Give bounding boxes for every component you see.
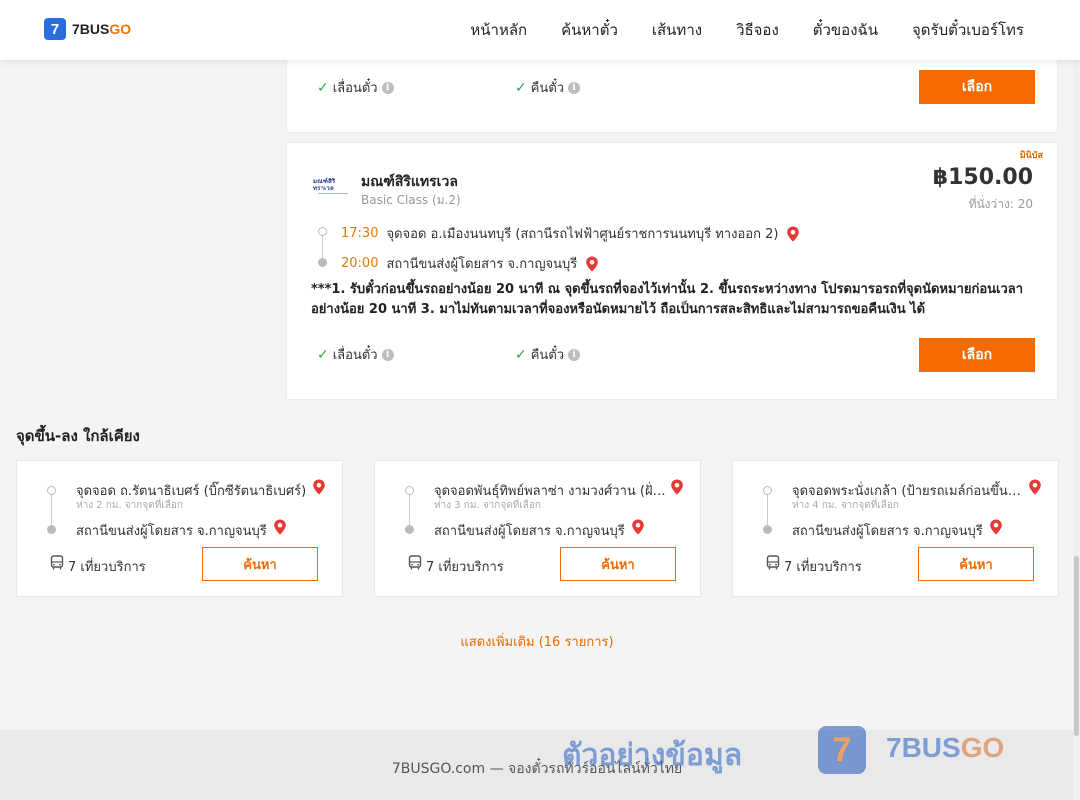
operator-name: มณฑ์สิริแทรเวล	[361, 174, 458, 190]
nearby-distance: ห่าง 4 กม. จากจุดที่เลือก	[792, 500, 899, 511]
nav-my-tickets[interactable]: ตั๋วของฉัน	[813, 18, 878, 42]
destination-dot	[405, 525, 414, 534]
search-button[interactable]: ค้นหา	[560, 547, 676, 581]
watermark-logo-icon: 7	[818, 726, 866, 774]
map-pin-icon[interactable]	[312, 479, 326, 495]
bus-icon	[50, 555, 64, 570]
timeline-line	[51, 491, 52, 527]
nav-home[interactable]: หน้าหลัก	[470, 18, 527, 42]
info-icon[interactable]: i	[381, 81, 394, 94]
search-button[interactable]: ค้นหา	[202, 547, 318, 581]
bus-icon	[766, 555, 780, 570]
trip-count: 7 เที่ยวบริการ	[426, 560, 504, 575]
select-button[interactable]: เลือก	[919, 338, 1035, 372]
feature-change-ticket: ✓ เลื่อนตั๋ว i	[317, 344, 394, 365]
nearby-card-1: จุดจอด ถ.รัตนาธิเบศร์ (บิ๊กซีรัตนาธิเบศร…	[16, 460, 343, 597]
feature-label: เลื่อนตั๋ว	[332, 81, 378, 96]
origin-dot	[47, 486, 56, 495]
origin-dot	[405, 486, 414, 495]
nearby-destination: สถานีขนส่งผู้โดยสาร จ.กาญจนบุรี	[76, 524, 267, 539]
nav-how-to-book[interactable]: วิธีจอง	[736, 18, 779, 42]
nearby-distance: ห่าง 3 กม. จากจุดที่เลือก	[434, 500, 541, 511]
departure-time: 17:30	[341, 226, 379, 241]
destination-dot	[47, 525, 56, 534]
map-pin-icon[interactable]	[670, 479, 684, 495]
page-footer: 7BUSGO.com — จองตั๋วรถทัวร์ออนไลน์ทั่วไท…	[0, 726, 1080, 800]
feature-label: คืนตั๋ว	[530, 348, 565, 363]
watermark-text: ตัวอย่างข้อมูล	[562, 738, 743, 773]
nav-ticket-points[interactable]: จุดรับตั๋วเบอร์โทร	[912, 18, 1024, 42]
departure-location: จุดจอด อ.เมืองนนทบุรี (สถานีรถไฟฟ้าศูนย์…	[386, 227, 779, 242]
info-icon[interactable]: i	[568, 81, 581, 94]
seats-available: ที่นั่งว่าง: 20	[968, 197, 1033, 211]
trip-notes: ***1. รับตั๋วก่อนขึ้นรถอย่างน้อย 20 นาที…	[311, 282, 1024, 317]
feature-refund-ticket: ✓ คืนตั๋ว i	[515, 344, 581, 365]
bus-icon	[408, 555, 422, 570]
arrival-location: สถานีขนส่งผู้โดยสาร จ.กาญจนบุรี	[386, 257, 578, 272]
feature-label: เลื่อนตั๋ว	[332, 348, 378, 363]
select-button[interactable]: เลือก	[919, 70, 1035, 104]
origin-dot	[763, 486, 772, 495]
search-button[interactable]: ค้นหา	[918, 547, 1034, 581]
watermark-brand: 7BUSGO	[886, 732, 1005, 763]
check-icon: ✓	[317, 346, 329, 363]
nearby-card-2: จุดจอดพันธุ์ทิพย์พลาซ่า งามวงศ์วาน (ฝั่ง…	[374, 460, 701, 597]
page-scrollbar[interactable]	[1073, 60, 1080, 800]
bus-class: Basic Class (ม.2)	[361, 193, 461, 207]
timeline-line	[409, 491, 410, 527]
show-more-link[interactable]: แสดงเพิ่มเติม (16 รายการ)	[0, 631, 1074, 652]
logo-badge-icon: 7	[44, 18, 66, 40]
top-header: 7 7BUSGO หน้าหลัก ค้นหาตั๋ว เส้นทาง วิธี…	[0, 0, 1080, 60]
nearby-section-title: จุดขึ้น-ลง ใกล้เคียง	[16, 427, 140, 445]
feature-change-ticket: ✓ เลื่อนตั๋ว i	[317, 77, 394, 98]
map-pin-icon[interactable]	[273, 519, 287, 535]
nearby-destination: สถานีขนส่งผู้โดยสาร จ.กาญจนบุรี	[792, 524, 983, 539]
operator-logo: มณฑ์สิริ ทราเวล	[313, 178, 353, 194]
check-icon: ✓	[317, 79, 329, 96]
main-nav: หน้าหลัก ค้นหาตั๋ว เส้นทาง วิธีจอง ตั๋วข…	[470, 0, 1024, 60]
nav-routes[interactable]: เส้นทาง	[652, 18, 702, 42]
destination-dot	[763, 525, 772, 534]
scrollbar-thumb[interactable]	[1074, 556, 1079, 736]
info-icon[interactable]: i	[381, 348, 394, 361]
arrival-time: 20:00	[341, 256, 379, 271]
trip-count: 7 เที่ยวบริการ	[68, 560, 146, 575]
nearby-card-3: จุดจอดพระนั่งเกล้า (ป้ายรถเมล์ก่อนขึ้นสะ…	[732, 460, 1059, 597]
ticket-price: ฿150.00	[932, 165, 1033, 190]
site-logo[interactable]: 7 7BUSGO	[44, 18, 131, 40]
trip-card-2: มณฑ์สิริ ทราเวล มณฑ์สิริแทรเวล Basic Cla…	[286, 142, 1058, 400]
map-pin-icon[interactable]	[1028, 479, 1042, 495]
map-pin-icon[interactable]	[631, 519, 645, 535]
feature-refund-ticket: ✓ คืนตั๋ว i	[515, 77, 581, 98]
departure-dot	[318, 227, 327, 236]
trip-count: 7 เที่ยวบริการ	[784, 560, 862, 575]
map-pin-icon[interactable]	[585, 256, 599, 272]
vehicle-type-badge: มินิบัส	[1019, 151, 1043, 161]
feature-label: คืนตั๋ว	[530, 81, 565, 96]
logo-text: 7BUSGO	[72, 21, 132, 37]
info-icon[interactable]: i	[568, 348, 581, 361]
arrival-stop: 20:00 สถานีขนส่งผู้โดยสาร จ.กาญจนบุรี	[341, 253, 599, 274]
map-pin-icon[interactable]	[989, 519, 1003, 535]
arrival-dot	[318, 258, 327, 267]
check-icon: ✓	[515, 346, 527, 363]
nearby-destination: สถานีขนส่งผู้โดยสาร จ.กาญจนบุรี	[434, 524, 625, 539]
check-icon: ✓	[515, 79, 527, 96]
map-pin-icon[interactable]	[786, 226, 800, 242]
departure-stop: 17:30 จุดจอด อ.เมืองนนทบุรี (สถานีรถไฟฟ้…	[341, 223, 800, 244]
timeline-line	[767, 491, 768, 527]
nav-search-tickets[interactable]: ค้นหาตั๋ว	[561, 18, 618, 42]
trip-card-1: ✓ เลื่อนตั๋ว i ✓ คืนตั๋ว i เลือก	[286, 60, 1058, 133]
nearby-distance: ห่าง 2 กม. จากจุดที่เลือก	[76, 500, 183, 511]
